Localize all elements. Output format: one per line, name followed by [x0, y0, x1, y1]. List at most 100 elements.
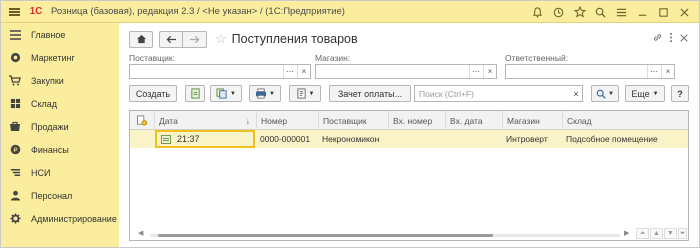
clear-icon[interactable]: ×: [297, 65, 310, 78]
column-header-date[interactable]: Дата ↓: [154, 111, 256, 130]
document-posted-icon: [161, 134, 171, 144]
main-menu-button[interactable]: [1, 1, 27, 23]
sidebar-item-label: Склад: [31, 98, 58, 109]
finance-icon: ₽: [9, 144, 21, 156]
forward-button[interactable]: [183, 30, 207, 48]
sidebar-item-main[interactable]: Главное: [1, 23, 119, 46]
dropdown-dots-icon[interactable]: ⋯: [283, 65, 296, 78]
sidebar-item-purchases[interactable]: Закупки: [1, 69, 119, 92]
search-input[interactable]: Поиск (Ctrl+F): [414, 85, 583, 102]
chevron-down-icon: ▼: [652, 90, 659, 97]
sidebar-item-reference[interactable]: НСИ: [1, 161, 119, 184]
column-header-warehouse[interactable]: Склад: [562, 111, 688, 130]
supplier-field[interactable]: ⋯ ×: [129, 64, 311, 79]
star-icon[interactable]: [569, 1, 590, 23]
menu-icon[interactable]: [611, 1, 632, 23]
svg-text:₽: ₽: [13, 146, 17, 154]
sidebar-item-label: Персонал: [31, 190, 73, 201]
payment-offset-button[interactable]: Зачет оплаты...: [329, 85, 411, 102]
hamburger-icon: [8, 7, 20, 16]
sidebar-item-finance[interactable]: ₽ Финансы: [1, 138, 119, 161]
responsible-label: Ответственный:: [505, 53, 569, 63]
dropdown-dots-icon[interactable]: ⋯: [469, 65, 482, 78]
search-icon[interactable]: [590, 1, 611, 23]
column-header-in-date[interactable]: Вх. дата: [445, 111, 502, 130]
cart-icon: [9, 75, 21, 87]
title-bar-actions: [527, 1, 695, 23]
reports-button[interactable]: ▼: [289, 85, 321, 102]
sidebar-item-marketing[interactable]: Маркетинг: [1, 46, 119, 69]
more-vertical-icon[interactable]: [669, 32, 673, 46]
scroll-left-icon[interactable]: ◀: [138, 229, 143, 237]
page-header: ☆ Поступления товаров: [129, 29, 689, 49]
responsible-field[interactable]: ⋯ ×: [505, 64, 675, 79]
date-cell[interactable]: 21:37: [155, 130, 255, 148]
sidebar: Главное Маркетинг Закупки Склад Продажи …: [1, 23, 119, 247]
more-button[interactable]: Еще ▼: [625, 85, 665, 102]
back-button[interactable]: [159, 30, 183, 48]
create-based-on-button[interactable]: ▼: [210, 85, 242, 102]
scrollbar-thumb[interactable]: [158, 234, 493, 237]
command-bar: Создать ▼ ▼ ▼ Зачет оплаты... Поиск (Ctr…: [129, 85, 689, 102]
scroll-up-icon[interactable]: ▲: [650, 228, 663, 239]
link-icon[interactable]: [652, 32, 663, 46]
sidebar-item-label: Администрирование: [31, 213, 117, 224]
marketing-icon: [9, 52, 21, 64]
supplier-label: Поставщик:: [129, 53, 175, 63]
clear-icon[interactable]: ×: [483, 65, 496, 78]
column-label: Дата: [159, 115, 178, 126]
scroll-to-top-icon[interactable]: ⏶: [636, 228, 649, 239]
store-field[interactable]: ⋯ ×: [315, 64, 497, 79]
column-header-supplier[interactable]: Поставщик: [318, 111, 388, 130]
number-cell: 0000-000001: [260, 134, 311, 144]
home-button[interactable]: [129, 30, 153, 48]
in-date-cell: [445, 130, 502, 148]
chevron-down-icon: ▼: [230, 90, 236, 97]
sidebar-item-personnel[interactable]: Персонал: [1, 184, 119, 207]
column-header-store[interactable]: Магазин: [502, 111, 562, 130]
column-header-number[interactable]: Номер: [256, 111, 318, 130]
history-icon[interactable]: [548, 1, 569, 23]
scroll-right-icon[interactable]: ▶: [624, 229, 629, 237]
app-logo: 1С: [29, 6, 43, 17]
page-title: Поступления товаров: [231, 32, 358, 46]
column-header-in-number[interactable]: Вх. номер: [388, 111, 445, 130]
settings-column-icon[interactable]: [130, 111, 154, 130]
window-title: Розница (базовая), редакция 2.3 / <Не ук…: [51, 6, 345, 17]
close-icon[interactable]: [679, 33, 689, 46]
sidebar-item-sales[interactable]: Продажи: [1, 115, 119, 138]
print-button[interactable]: ▼: [249, 85, 281, 102]
copy-document-button[interactable]: [185, 85, 205, 102]
clear-icon[interactable]: ×: [661, 65, 674, 78]
reference-icon: [9, 167, 21, 179]
horizontal-scrollbar[interactable]: [150, 232, 620, 238]
close-icon[interactable]: [674, 1, 695, 23]
search-button[interactable]: ▼: [591, 85, 619, 102]
page-header-actions: [652, 29, 689, 49]
sidebar-item-label: Маркетинг: [31, 52, 75, 63]
store-label: Магазин:: [315, 53, 351, 63]
help-button[interactable]: ?: [671, 85, 689, 102]
chevron-down-icon: ▼: [608, 90, 614, 97]
clear-search-icon[interactable]: ×: [569, 85, 583, 102]
date-value: 21:37: [177, 134, 200, 144]
table-header: Дата ↓ Номер Поставщик Вх. номер Вх. дат…: [130, 111, 688, 130]
sidebar-item-administration[interactable]: Администрирование: [1, 207, 119, 230]
documents-table[interactable]: Дата ↓ Номер Поставщик Вх. номер Вх. дат…: [129, 110, 689, 241]
sidebar-item-label: Продажи: [31, 121, 69, 132]
maximize-icon[interactable]: [653, 1, 674, 23]
favorite-star-icon[interactable]: ☆: [215, 31, 227, 47]
scroll-to-bottom-icon[interactable]: ⏷: [678, 228, 687, 239]
store-cell: Интроверт: [506, 134, 548, 144]
warehouse-cell: Подсобное помещение: [566, 134, 658, 144]
minimize-icon[interactable]: [632, 1, 653, 23]
sort-desc-icon: ↓: [245, 115, 250, 126]
scroll-down-icon[interactable]: ▼: [664, 228, 677, 239]
dropdown-dots-icon[interactable]: ⋯: [647, 65, 660, 78]
create-button[interactable]: Создать: [129, 85, 177, 102]
gear-icon: [9, 213, 21, 225]
table-row[interactable]: 21:37 0000-000001 Некрономикон Интроверт…: [130, 130, 688, 148]
bell-icon[interactable]: [527, 1, 548, 23]
sidebar-item-warehouse[interactable]: Склад: [1, 92, 119, 115]
sales-icon: [9, 121, 21, 133]
